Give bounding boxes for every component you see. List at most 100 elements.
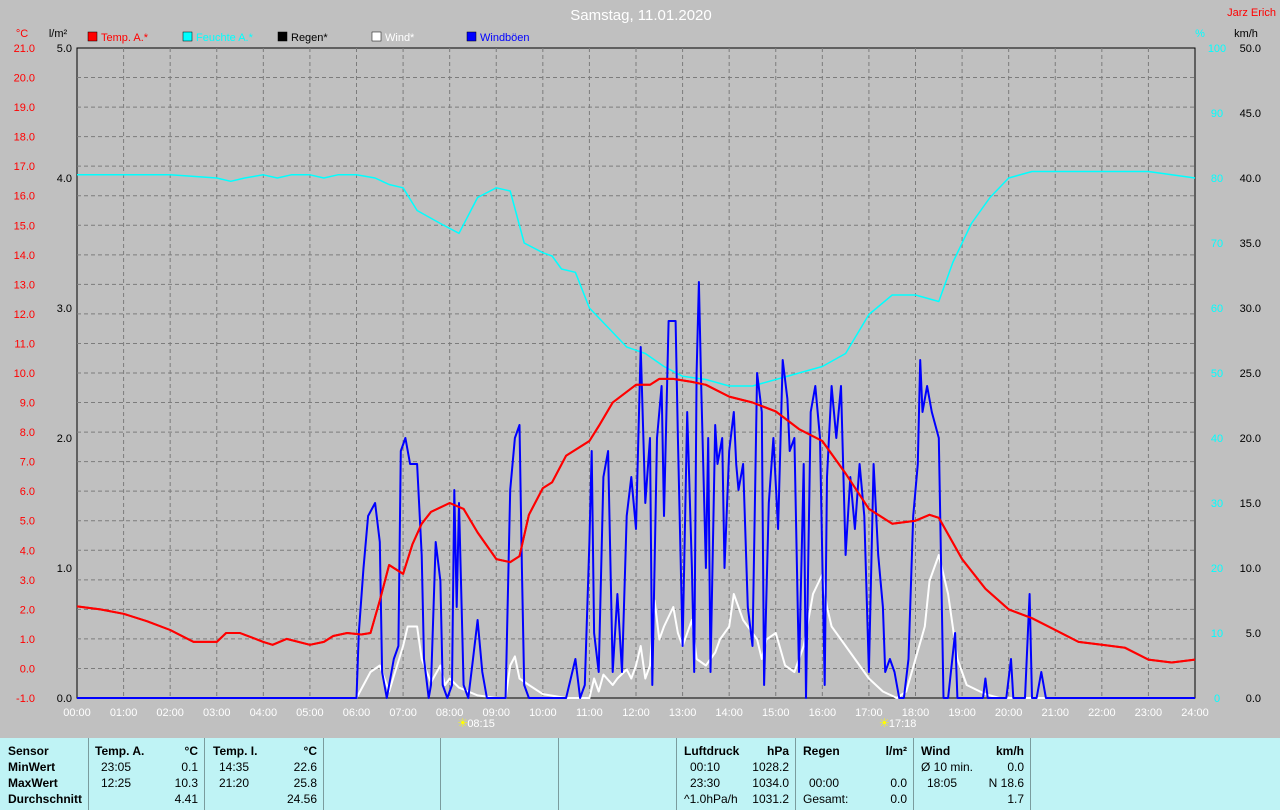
temp-tick-label: 1.0	[20, 634, 35, 646]
temp-i-max-value: 25.8	[293, 776, 317, 790]
humidity-tick-label: 60	[1211, 303, 1223, 315]
stats-temp-i-column: Temp. I. °C 14:35 22.6 21:20 25.8 24.56	[205, 738, 324, 810]
temp-tick-label: 12.0	[14, 309, 35, 321]
stats-sensor-header: Sensor	[8, 744, 49, 758]
temp-tick-label: 13.0	[14, 279, 35, 291]
temp-tick-label: 4.0	[20, 545, 35, 557]
temp-tick-label: 21.0	[14, 43, 35, 55]
temp-tick-label: 0.0	[20, 663, 35, 675]
pressure-avg-value: 1031.2	[752, 792, 789, 806]
pressure-min-value: 1028.2	[752, 760, 789, 774]
wind-avg-value: 1.7	[1007, 792, 1024, 806]
stats-empty-column-1	[324, 738, 441, 810]
temp-tick-label: 11.0	[14, 338, 35, 350]
rain-unit: l/m²	[885, 744, 907, 758]
time-tick-label: 01:00	[110, 707, 138, 719]
time-tick-label: 06:00	[343, 707, 371, 719]
pressure-trend: ^1.0hPa/h	[684, 792, 738, 806]
time-tick-label: 07:00	[389, 707, 417, 719]
wind-tick-label: 45.0	[1240, 108, 1261, 120]
humidity-tick-label: 30	[1211, 498, 1223, 510]
temp-tick-label: 20.0	[14, 73, 35, 85]
rain-max-time: 00:00	[809, 776, 840, 790]
pressure-max-value: 1034.0	[752, 776, 789, 790]
wind-max-value: N 18.6	[988, 776, 1024, 790]
humidity-tick-label: 50	[1211, 368, 1223, 380]
temp-i-header: Temp. I.	[213, 744, 258, 758]
wind-max-time: 18:05	[927, 776, 958, 790]
sunrise-time: 08:15	[467, 718, 495, 730]
sunset-time: 17:18	[889, 718, 917, 730]
wind-tick-label: 25.0	[1240, 368, 1261, 380]
temp-a-min-value: 0.1	[181, 760, 198, 774]
rain-unit-label: l/m²	[49, 28, 68, 40]
rain-tick-label: 1.0	[57, 563, 72, 575]
legend-label: Wind*	[385, 32, 415, 44]
wind-tick-label: 15.0	[1240, 498, 1261, 510]
wind-min-value: 0.0	[1007, 760, 1024, 774]
wind-tick-label: 30.0	[1240, 303, 1261, 315]
temp-tick-label: 3.0	[20, 575, 35, 587]
legend-swatch	[277, 31, 288, 42]
temp-tick-label: 5.0	[20, 516, 35, 528]
legend-label: Feuchte A.*	[196, 32, 254, 44]
humidity-tick-label: 70	[1211, 238, 1223, 250]
wind-tick-label: 5.0	[1246, 628, 1261, 640]
temp-tick-label: 2.0	[20, 604, 35, 616]
time-tick-label: 24:00	[1181, 707, 1209, 719]
legend-swatch	[466, 31, 477, 42]
temp-i-min-value: 22.6	[293, 760, 317, 774]
humidity-tick-label: 40	[1211, 433, 1223, 445]
chart-title: Samstag, 11.01.2020	[570, 7, 712, 24]
legend-swatch	[371, 31, 382, 42]
wind-avg10-label: Ø 10 min.	[921, 760, 974, 774]
rain-tick-label: 5.0	[57, 43, 72, 55]
temp-a-avg-value: 4.41	[174, 792, 198, 806]
time-tick-label: 12:00	[622, 707, 650, 719]
temp-tick-label: 19.0	[14, 102, 35, 114]
stats-rain-column: Regen l/m² 00:00 0.0 Gesamt: 0.0	[796, 738, 914, 810]
time-tick-label: 05:00	[296, 707, 324, 719]
chart-grid	[76, 47, 1196, 699]
temp-tick-label: -1.0	[16, 693, 35, 705]
rain-tick-label: 0.0	[57, 693, 72, 705]
time-tick-label: 23:00	[1135, 707, 1163, 719]
time-tick-label: 20:00	[995, 707, 1023, 719]
stats-empty-column-3	[559, 738, 677, 810]
time-tick-label: 00:00	[63, 707, 91, 719]
temp-a-min-time: 23:05	[101, 760, 132, 774]
stats-avg-label: Durchschnitt	[8, 792, 83, 806]
humidity-unit-label: %	[1195, 28, 1205, 40]
wind-header: Wind	[921, 744, 951, 758]
time-tick-label: 02:00	[156, 707, 184, 719]
statistics-panel: Sensor MinWert MaxWert Durchschnitt Temp…	[0, 738, 1280, 810]
legend-label: Regen*	[291, 32, 328, 44]
temp-tick-label: 16.0	[14, 191, 35, 203]
author-label: Jarz Erich	[1227, 7, 1276, 19]
pressure-min-time: 00:10	[690, 760, 721, 774]
wind-unit: km/h	[995, 744, 1024, 758]
stats-wind-column: Wind km/h Ø 10 min. 0.0 18:05 N 18.6 1.7	[914, 738, 1031, 810]
temp-tick-label: 17.0	[14, 161, 35, 173]
temp-i-max-time: 21:20	[219, 776, 250, 790]
pressure-unit: hPa	[766, 744, 789, 758]
wind-unit-label: km/h	[1234, 28, 1258, 40]
stats-min-label: MinWert	[8, 760, 56, 774]
temp-i-unit: °C	[303, 744, 317, 758]
temp-tick-label: 14.0	[14, 250, 35, 262]
temp-tick-label: 9.0	[20, 398, 35, 410]
temp-tick-label: 8.0	[20, 427, 35, 439]
rain-header: Regen	[803, 744, 840, 758]
stats-sensor-column: Sensor MinWert MaxWert Durchschnitt	[0, 738, 89, 810]
temp-a-max-time: 12:25	[101, 776, 132, 790]
rain-tick-label: 4.0	[57, 173, 72, 185]
rain-total-label: Gesamt:	[803, 792, 849, 806]
time-tick-label: 11:00	[576, 707, 603, 719]
wind-tick-label: 50.0	[1240, 43, 1261, 55]
wind-tick-label: 40.0	[1240, 173, 1261, 185]
temp-a-header: Temp. A.	[95, 744, 145, 758]
stats-empty-column-2	[441, 738, 559, 810]
humidity-tick-label: 80	[1211, 173, 1223, 185]
humidity-tick-label: 10	[1211, 628, 1223, 640]
temp-i-min-time: 14:35	[219, 760, 250, 774]
